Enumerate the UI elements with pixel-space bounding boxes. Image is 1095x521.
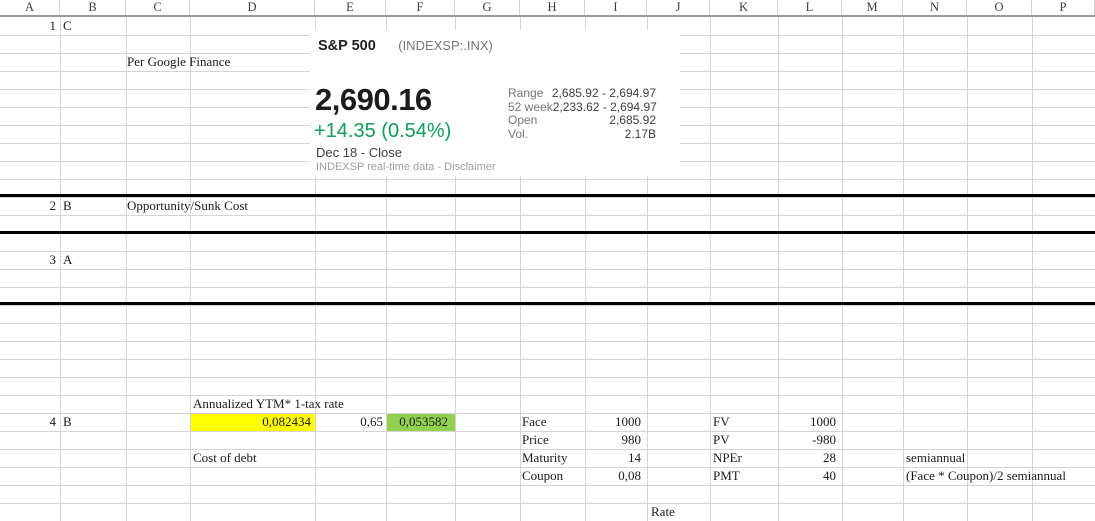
cell-a-row2-number[interactable]: 2 (50, 197, 57, 215)
gridline-horizontal (0, 341, 1095, 342)
column-header-l[interactable]: L (778, 0, 842, 15)
section-border-3 (0, 302, 1095, 305)
column-header-a[interactable]: A (0, 0, 60, 15)
stat-value: 2.17B (625, 128, 656, 142)
cell-rate-label[interactable]: Rate (651, 503, 675, 521)
column-header-c[interactable]: C (126, 0, 190, 15)
index-price: 2,690.16 (315, 82, 432, 118)
cell-per-google-finance[interactable]: Per Google Finance (127, 53, 230, 71)
cell-one-minus-tax[interactable]: 0,65 (360, 413, 383, 431)
cell-a-row3-number[interactable]: 3 (50, 251, 57, 269)
widget-title-row: S&P 500 (INDEXSP:.INX) (318, 37, 493, 55)
cell-price-value[interactable]: 980 (622, 431, 642, 449)
cell-maturity-label[interactable]: Maturity (522, 449, 568, 467)
gridline-horizontal (0, 485, 1095, 486)
cell-maturity-value[interactable]: 14 (628, 449, 641, 467)
gridline-horizontal (0, 503, 1095, 504)
cell-annualized-ytm-label[interactable]: Annualized YTM* 1-tax rate (193, 395, 344, 413)
column-header-row: ABCDEFGHIJKLMNOP (0, 0, 1095, 17)
cell-cost-of-debt-label[interactable]: Cost of debt (193, 449, 257, 467)
cell-opportunity-sunk-cost[interactable]: Opportunity/Sunk Cost (127, 197, 248, 215)
gridline-horizontal (0, 323, 1095, 324)
cell-pv-label[interactable]: PV (713, 431, 730, 449)
column-header-h[interactable]: H (520, 0, 585, 15)
column-header-p[interactable]: P (1032, 0, 1095, 15)
gridline-horizontal (0, 251, 1095, 252)
stat-52week: 52 week 2,233.62 - 2,694.97 (508, 101, 656, 115)
cell-a-row4-number[interactable]: 4 (50, 413, 57, 431)
stat-value: 2,685.92 - 2,694.97 (552, 87, 656, 101)
cell-face-label[interactable]: Face (522, 413, 547, 431)
stat-label: Open (508, 114, 537, 128)
column-header-f[interactable]: F (386, 0, 455, 15)
cell-pmt-label[interactable]: PMT (713, 467, 740, 485)
column-header-k[interactable]: K (710, 0, 778, 15)
gridline-horizontal (0, 377, 1095, 378)
gridline-horizontal (0, 269, 1095, 270)
gridline-horizontal (0, 287, 1095, 288)
cell-fv-label[interactable]: FV (713, 413, 730, 431)
cell-face-value[interactable]: 1000 (615, 413, 641, 431)
cell-fv-value[interactable]: 1000 (810, 413, 836, 431)
cell-pv-value[interactable]: -980 (812, 431, 836, 449)
stat-label: Range (508, 87, 543, 101)
cell-nper-value[interactable]: 28 (823, 449, 836, 467)
stat-volume: Vol. 2.17B (508, 128, 656, 142)
column-header-o[interactable]: O (967, 0, 1032, 15)
column-header-n[interactable]: N (903, 0, 967, 15)
gridline-horizontal (0, 305, 1095, 306)
cell-semiannual-note[interactable]: semiannual (906, 449, 965, 467)
gridline-horizontal (0, 395, 1095, 396)
stat-label: Vol. (508, 128, 528, 142)
column-header-j[interactable]: J (647, 0, 710, 15)
column-header-d[interactable]: D (190, 0, 315, 15)
gridline-horizontal (0, 413, 1095, 414)
cell-b-row2-letter[interactable]: B (63, 197, 72, 215)
gridline-horizontal (0, 179, 1095, 180)
cell-coupon-label[interactable]: Coupon (522, 467, 563, 485)
cell-price-label[interactable]: Price (522, 431, 549, 449)
cell-pmt-value[interactable]: 40 (823, 467, 836, 485)
cell-a1-number[interactable]: 1 (50, 17, 57, 35)
cell-b-row4-letter[interactable]: B (63, 413, 72, 431)
stat-value: 2,233.62 - 2,694.97 (553, 101, 657, 115)
index-change: +14.35 (0.54%) (314, 120, 451, 143)
column-header-m[interactable]: M (842, 0, 903, 15)
cell-nper-label[interactable]: NPEr (713, 449, 742, 467)
column-header-e[interactable]: E (315, 0, 386, 15)
quote-date: Dec 18 - Close (316, 145, 402, 160)
column-header-g[interactable]: G (455, 0, 520, 15)
column-header-i[interactable]: I (585, 0, 647, 15)
cell-pmt-formula-note[interactable]: (Face * Coupon)/2 semiannual (906, 467, 1066, 485)
data-disclaimer: INDEXSP real-time data - Disclaimer (316, 161, 496, 173)
stat-range: Range 2,685.92 - 2,694.97 (508, 87, 656, 101)
cell-coupon-value[interactable]: 0,08 (618, 467, 641, 485)
gridline-horizontal (0, 359, 1095, 360)
google-finance-widget[interactable]: S&P 500 (INDEXSP:.INX) 2,690.16 +14.35 (… (310, 30, 680, 176)
quote-stats: Range 2,685.92 - 2,694.97 52 week 2,233.… (508, 87, 656, 141)
stat-open: Open 2,685.92 (508, 114, 656, 128)
cell-b-row3-letter[interactable]: A (63, 251, 72, 269)
section-border-2 (0, 231, 1095, 234)
stat-label: 52 week (508, 101, 553, 115)
gridline-horizontal (0, 215, 1095, 216)
cell-after-tax-cost[interactable]: 0,053582 (399, 413, 448, 431)
index-ticker: (INDEXSP:.INX) (398, 38, 493, 53)
column-header-b[interactable]: B (60, 0, 126, 15)
cell-ytm-value[interactable]: 0,082434 (262, 413, 311, 431)
spreadsheet[interactable]: ABCDEFGHIJKLMNOP 1 C Per Google Finance … (0, 0, 1095, 521)
index-name: S&P 500 (318, 38, 376, 54)
stat-value: 2,685.92 (609, 114, 656, 128)
cell-b1-letter[interactable]: C (63, 17, 72, 35)
